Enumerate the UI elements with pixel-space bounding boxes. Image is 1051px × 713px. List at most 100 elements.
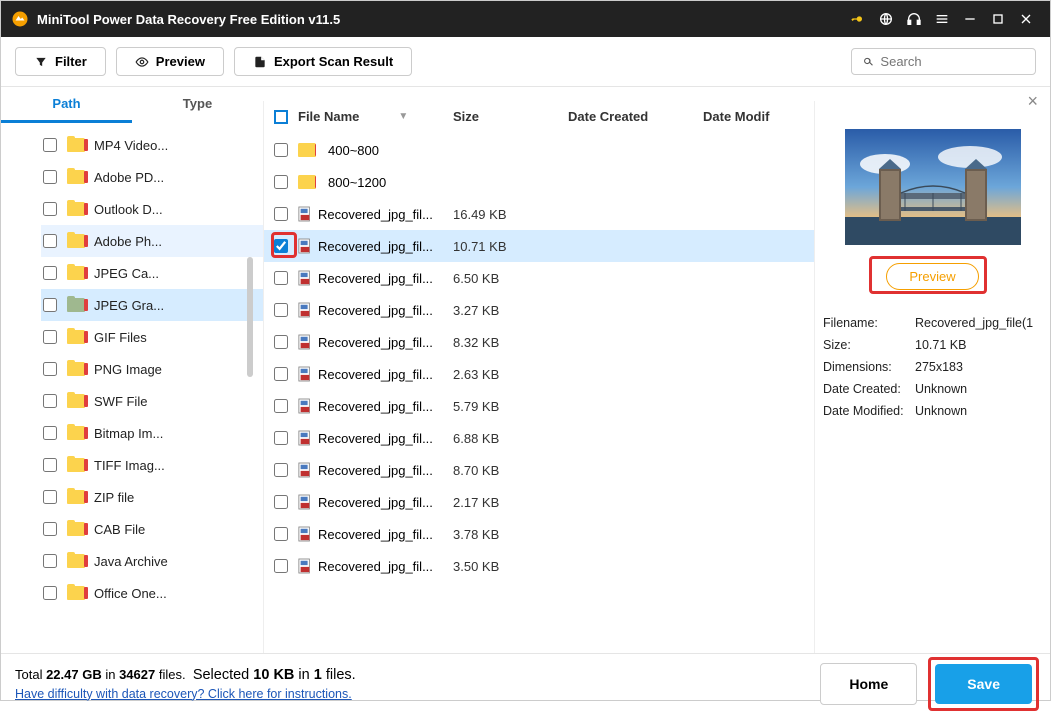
file-row[interactable]: Recovered_jpg_fil...3.78 KB <box>264 518 814 550</box>
tree-item-label: Bitmap Im... <box>94 426 214 441</box>
file-checkbox[interactable] <box>274 175 288 189</box>
tree-item[interactable]: ZIP file <box>41 481 263 513</box>
file-row[interactable]: Recovered_jpg_fil... 10.71 KB <box>264 230 814 262</box>
file-name: Recovered_jpg_fil... <box>318 207 433 222</box>
file-row[interactable]: 800~1200 <box>264 166 814 198</box>
preview-button[interactable]: Preview <box>886 263 978 290</box>
file-checkbox[interactable] <box>274 367 288 381</box>
tree-item[interactable]: JPEG Ca... <box>41 257 263 289</box>
search-input-wrapper[interactable] <box>851 48 1036 75</box>
tree-item[interactable]: MP4 Video... <box>41 129 263 161</box>
footer-stats: Total 22.47 GB in 34627 files. Selected … <box>15 667 356 701</box>
tree-checkbox[interactable] <box>43 490 57 504</box>
tree-checkbox[interactable] <box>43 298 57 312</box>
file-checkbox[interactable] <box>274 303 288 317</box>
tree-item-label: Adobe Ph... <box>94 234 214 249</box>
file-checkbox[interactable] <box>274 527 288 541</box>
file-row[interactable]: Recovered_jpg_fil... 16.49 KB <box>264 198 814 230</box>
tree-checkbox[interactable] <box>43 202 57 216</box>
tree-checkbox[interactable] <box>43 394 57 408</box>
file-row[interactable]: Recovered_jpg_fil...3.50 KB <box>264 550 814 582</box>
tree-checkbox[interactable] <box>43 426 57 440</box>
tree-checkbox[interactable] <box>43 234 57 248</box>
tree-item[interactable]: Adobe Ph... <box>41 225 263 257</box>
tree-item[interactable]: Outlook D... <box>41 193 263 225</box>
home-button[interactable]: Home <box>820 663 917 705</box>
tree-item[interactable]: Office One... <box>41 577 263 609</box>
col-filename[interactable]: File Name▼ <box>298 109 453 124</box>
tree-checkbox[interactable] <box>43 362 57 376</box>
close-icon[interactable] <box>1012 5 1040 33</box>
export-button[interactable]: Export Scan Result <box>234 47 412 76</box>
tree-item[interactable]: Adobe PD... <box>41 161 263 193</box>
meta-modified-value: Unknown <box>915 404 967 418</box>
globe-icon[interactable] <box>872 5 900 33</box>
file-checkbox[interactable] <box>274 207 288 221</box>
file-row[interactable]: Recovered_jpg_fil...6.50 KB <box>264 262 814 294</box>
tab-path[interactable]: Path <box>1 87 132 123</box>
meta-dim-value: 275x183 <box>915 360 963 374</box>
file-checkbox[interactable] <box>274 399 288 413</box>
file-row[interactable]: 400~800 <box>264 134 814 166</box>
file-row[interactable]: Recovered_jpg_fil...2.63 KB <box>264 358 814 390</box>
file-name: Recovered_jpg_fil... <box>318 239 433 254</box>
close-preview-icon[interactable]: × <box>1027 91 1038 112</box>
file-row[interactable]: Recovered_jpg_fil...5.79 KB <box>264 390 814 422</box>
key-icon[interactable] <box>844 5 872 33</box>
file-row[interactable]: Recovered_jpg_fil...8.32 KB <box>264 326 814 358</box>
main-area: Path Type MP4 Video...Adobe PD...Outlook… <box>1 87 1050 653</box>
maximize-icon[interactable] <box>984 5 1012 33</box>
file-jpg-icon <box>298 494 312 510</box>
select-all-checkbox[interactable] <box>274 110 288 124</box>
tree-item[interactable]: CAB File <box>41 513 263 545</box>
file-size: 5.79 KB <box>453 399 568 414</box>
tree-checkbox[interactable] <box>43 458 57 472</box>
file-checkbox[interactable] <box>274 239 288 253</box>
tree-checkbox[interactable] <box>43 554 57 568</box>
file-checkbox[interactable] <box>274 463 288 477</box>
tree-item[interactable]: TIFF Imag... <box>41 449 263 481</box>
tree-item[interactable]: Java Archive <box>41 545 263 577</box>
tree-checkbox[interactable] <box>43 266 57 280</box>
file-checkbox[interactable] <box>274 143 288 157</box>
save-button[interactable]: Save <box>935 664 1032 704</box>
search-input[interactable] <box>880 54 1025 69</box>
file-size: 6.88 KB <box>453 431 568 446</box>
col-size[interactable]: Size <box>453 109 568 124</box>
file-row[interactable]: Recovered_jpg_fil... 6.88 KB <box>264 422 814 454</box>
col-created[interactable]: Date Created <box>568 109 703 124</box>
filter-button[interactable]: Filter <box>15 47 106 76</box>
tree-checkbox[interactable] <box>43 138 57 152</box>
file-list: 400~800800~1200 Recovered_jpg_fil... 16.49… <box>264 134 814 653</box>
file-checkbox[interactable] <box>274 495 288 509</box>
file-jpg-icon <box>298 398 312 414</box>
tree-item[interactable]: Bitmap Im... <box>41 417 263 449</box>
help-link[interactable]: Have difficulty with data recovery? Clic… <box>15 687 352 701</box>
file-checkbox[interactable] <box>274 431 288 445</box>
file-row[interactable]: Recovered_jpg_fil...2.17 KB <box>264 486 814 518</box>
tree-item[interactable]: ›JPEG Gra... <box>41 289 263 321</box>
file-row[interactable]: Recovered_jpg_fil...3.27 KB <box>264 294 814 326</box>
file-size: 16.49 KB <box>453 207 568 222</box>
preview-toolbar-button[interactable]: Preview <box>116 47 224 76</box>
tree-checkbox[interactable] <box>43 522 57 536</box>
tab-type[interactable]: Type <box>132 87 263 123</box>
file-row[interactable]: Recovered_jpg_fil...8.70 KB <box>264 454 814 486</box>
file-checkbox[interactable] <box>274 559 288 573</box>
tree-checkbox[interactable] <box>43 330 57 344</box>
tree-item[interactable]: GIF Files <box>41 321 263 353</box>
tree-item[interactable]: ›PNG Image <box>41 353 263 385</box>
minimize-icon[interactable] <box>956 5 984 33</box>
tree-item[interactable]: SWF File <box>41 385 263 417</box>
tree-checkbox[interactable] <box>43 586 57 600</box>
tree-scrollbar[interactable] <box>247 257 253 377</box>
headset-icon[interactable] <box>900 5 928 33</box>
file-name: Recovered_jpg_fil... <box>318 431 433 446</box>
file-size: 10.71 KB <box>453 239 568 254</box>
col-modified[interactable]: Date Modif <box>703 109 783 124</box>
file-jpg-icon <box>298 270 312 286</box>
menu-icon[interactable] <box>928 5 956 33</box>
file-checkbox[interactable] <box>274 271 288 285</box>
tree-checkbox[interactable] <box>43 170 57 184</box>
file-checkbox[interactable] <box>274 335 288 349</box>
